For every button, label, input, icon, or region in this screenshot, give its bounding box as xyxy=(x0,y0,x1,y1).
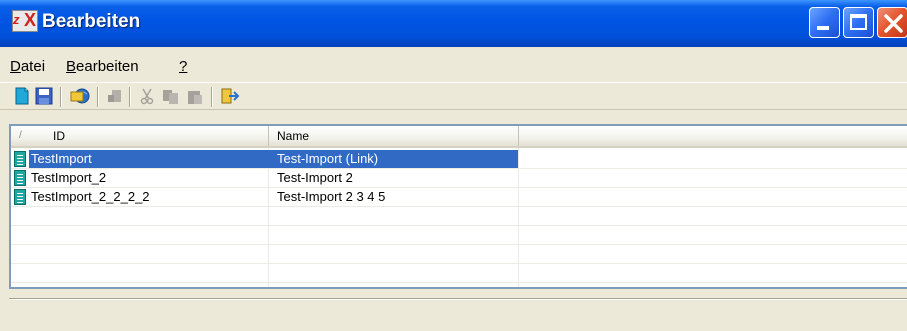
cut-icon xyxy=(140,88,154,105)
cell-id: TestImport_2_2_2_2 xyxy=(31,189,150,204)
column-header-name[interactable]: Name xyxy=(269,126,519,146)
save-icon xyxy=(35,87,53,105)
maximize-button[interactable] xyxy=(843,7,874,38)
grid-line xyxy=(11,263,907,264)
grid-line xyxy=(11,282,907,283)
close-icon xyxy=(884,14,903,33)
column-header-id[interactable]: / ID xyxy=(11,126,269,146)
paste-icon xyxy=(188,91,202,104)
ax-app-icon[interactable]: zX xyxy=(12,10,38,32)
disabled-button[interactable] xyxy=(106,87,124,105)
grid-line xyxy=(11,225,907,226)
toolbar-separator xyxy=(129,87,131,107)
minimize-button[interactable] xyxy=(809,7,840,38)
copy-icon xyxy=(163,90,178,104)
menu-bearbeiten-rest: earbeiten xyxy=(76,58,139,75)
save-button[interactable] xyxy=(35,87,53,105)
table-row[interactable]: TestImport_2_2_2_2 Test-Import 2 3 4 5 xyxy=(11,188,907,207)
close-button[interactable] xyxy=(877,7,907,38)
menu-bar: Datei Bearbeiten ? xyxy=(0,54,907,76)
sort-indicator: / xyxy=(19,130,22,141)
import-icon xyxy=(70,88,90,104)
import-button[interactable] xyxy=(70,87,90,105)
maximize-icon xyxy=(850,14,867,30)
column-header-id-label: ID xyxy=(53,129,65,143)
grid-line xyxy=(11,244,907,245)
new-button[interactable] xyxy=(13,87,31,105)
column-header-name-label: Name xyxy=(277,129,310,143)
item-list[interactable]: / ID Name TestImport Test-Import (Link) … xyxy=(9,124,907,289)
menu-datei-rest: atei xyxy=(20,58,46,75)
disabled-icon xyxy=(108,90,121,102)
cell-id: TestImport xyxy=(29,150,269,168)
exit-button[interactable] xyxy=(220,87,240,105)
document-icon xyxy=(14,189,26,205)
document-icon xyxy=(14,151,26,167)
menu-datei[interactable]: Datei xyxy=(10,58,45,75)
toolbar-separator xyxy=(97,87,99,107)
title-bar[interactable]: zX Bearbeiten xyxy=(0,0,907,47)
menu-bearbeiten[interactable]: Bearbeiten xyxy=(66,58,139,75)
toolbar-separator xyxy=(60,87,62,107)
toolbar xyxy=(0,82,907,110)
window-title: Bearbeiten xyxy=(42,11,141,32)
minimize-icon xyxy=(817,26,829,30)
table-row[interactable]: TestImport Test-Import (Link) xyxy=(11,150,907,169)
menu-help[interactable]: ? xyxy=(179,58,187,75)
cell-name: Test-Import 2 3 4 5 xyxy=(277,189,386,204)
toolbar-separator xyxy=(211,87,213,107)
new-document-icon xyxy=(15,87,29,105)
table-row[interactable]: TestImport_2 Test-Import 2 xyxy=(11,169,907,188)
paste-button[interactable] xyxy=(186,87,204,105)
cut-button[interactable] xyxy=(138,87,156,105)
copy-button[interactable] xyxy=(162,87,180,105)
column-header-filler xyxy=(519,126,907,146)
document-icon xyxy=(14,170,26,186)
exit-icon xyxy=(221,88,240,104)
cell-name: Test-Import (Link) xyxy=(269,150,518,168)
cell-id: TestImport_2 xyxy=(31,170,107,185)
status-bar xyxy=(9,298,907,331)
cell-name: Test-Import 2 xyxy=(277,170,353,185)
list-header: / ID Name xyxy=(11,126,907,148)
